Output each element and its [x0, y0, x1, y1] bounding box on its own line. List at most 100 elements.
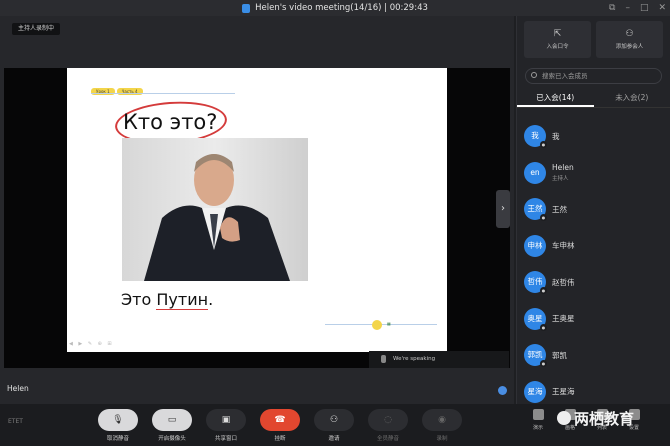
slide-dot — [372, 320, 382, 330]
answer-prefix: Это — [121, 290, 157, 309]
window-title: Helen's video meeting(14/16) | 00:29:43 — [255, 3, 428, 13]
list-item[interactable]: 郭凯 ● 郭凯 — [524, 337, 670, 374]
tab-joined[interactable]: 已入会(14) — [517, 90, 594, 107]
member-name: 王然 — [552, 204, 567, 214]
mic-muted-icon: 🎙 — [98, 409, 138, 431]
screen-share-area: Урок 1 Часть 4 Кто это? Это Путин. ▦ ◀ ▶… — [4, 68, 510, 368]
member-name: Helen — [552, 163, 574, 173]
list-item[interactable]: 哲伟 ● 赵哲伟 — [524, 264, 670, 301]
invite-icon: ⚇ — [314, 409, 354, 431]
unmute-label: 取消静音 — [106, 436, 129, 442]
invite-label: 邀请 — [328, 436, 340, 442]
add-participant-label: 添加参会人 — [615, 44, 644, 50]
mic-muted-icon: ● — [540, 141, 547, 149]
record-label: 录制 — [436, 436, 448, 442]
brand-logo: ETET — [8, 418, 23, 425]
close-icon[interactable]: ✕ — [658, 3, 666, 13]
meeting-password-label: 入会口令 — [546, 44, 569, 50]
member-search-input[interactable]: 搜索已入会成员 — [525, 68, 662, 84]
mic-icon — [381, 355, 386, 363]
avatar: 王然 ● — [524, 198, 547, 222]
avatar: 申林 — [524, 234, 546, 257]
unmute-button[interactable]: 🎙 取消静音 — [98, 409, 138, 442]
speaker-name: Helen — [7, 384, 29, 393]
lock-icon — [242, 3, 251, 13]
window-controls: ⧉ – □ ✕ — [609, 0, 666, 16]
minimize-icon[interactable]: – — [625, 3, 630, 13]
main-video-area: 主持人录制中 Урок 1 Часть 4 Кто это? Это Путин… — [0, 16, 514, 404]
share-window-button[interactable]: ▣ 共享窗口 — [206, 409, 246, 442]
watermark-text: 两栖教育 — [574, 410, 635, 428]
publisher-logo: ▦ — [387, 321, 391, 326]
member-name: 郭凯 — [552, 350, 567, 360]
add-participant-button[interactable]: ⚇ 添加参会人 — [596, 21, 663, 58]
present-button[interactable]: 演示 — [526, 409, 550, 431]
answer-suffix: . — [208, 290, 214, 309]
tab-not-joined[interactable]: 未入会(2) — [594, 90, 670, 107]
avatar: 星海 — [524, 380, 546, 403]
invite-button[interactable]: ⚇ 邀请 — [314, 409, 354, 442]
sidebar-actions: ⇱ 入会口令 ⚇ 添加参会人 — [517, 16, 670, 63]
member-list: 我 ● 我 en Helen 主持人 王然 ● 王然 申林 车申林 哲伟 ● 赵哲伟 … — [517, 108, 670, 410]
slide-photo — [122, 138, 308, 281]
share-window-label: 共享窗口 — [214, 436, 237, 442]
pin-icon[interactable]: ⧉ — [609, 3, 615, 13]
hangup-button[interactable]: ☎ 挂断 — [260, 409, 300, 442]
maximize-icon[interactable]: □ — [640, 3, 649, 13]
shared-slide: Урок 1 Часть 4 Кто это? Это Путин. ▦ ◀ ▶… — [67, 68, 447, 352]
hangup-icon: ☎ — [260, 409, 300, 431]
speaking-indicator: We're speaking — [369, 351, 509, 368]
list-item[interactable]: 王然 ● 王然 — [524, 191, 670, 228]
share-icon: ⇱ — [553, 29, 562, 39]
mute-all-label: 全员静音 — [376, 436, 399, 442]
slide-answer: Это Путин. — [121, 290, 214, 310]
mute-all-button[interactable]: ◌ 全员静音 — [368, 409, 408, 442]
participants-sidebar: ⇱ 入会口令 ⚇ 添加参会人 搜索已入会成员 已入会(14) 未入会(2) 我 ●… — [516, 16, 670, 404]
list-item[interactable]: 申林 车申林 — [524, 228, 670, 265]
record-icon: ◉ — [422, 409, 462, 431]
list-item[interactable]: 我 ● 我 — [524, 118, 670, 155]
host-recording-badge: 主持人录制中 — [12, 23, 61, 35]
slide-controls[interactable]: ◀ ▶ ✎ ⊕ ⊞ — [69, 341, 114, 347]
mute-all-icon: ◌ — [368, 409, 408, 431]
start-camera-button[interactable]: ▭ 开启摄像头 — [152, 409, 192, 442]
speaking-text: We're speaking — [393, 356, 436, 362]
collapse-sidebar-button[interactable]: › — [496, 190, 510, 228]
participant-tabs: 已入会(14) 未入会(2) — [517, 90, 670, 108]
mic-muted-icon: ● — [540, 360, 547, 368]
watermark: 两栖教育 — [557, 408, 635, 429]
member-role: 主持人 — [552, 176, 569, 183]
mic-muted-icon: ● — [540, 323, 547, 331]
hangup-label: 挂断 — [274, 436, 286, 442]
avatar: 我 ● — [524, 125, 547, 149]
member-name: 车申林 — [552, 241, 575, 251]
avatar: en — [524, 161, 546, 184]
record-button[interactable]: ◉ 录制 — [422, 409, 462, 442]
member-name: 我 — [552, 131, 560, 141]
portrait-illustration — [122, 138, 308, 281]
present-icon — [532, 409, 544, 420]
member-name: 赵哲伟 — [552, 277, 575, 287]
mic-muted-icon: ● — [540, 214, 547, 222]
meeting-toolbar: ETET 🎙 取消静音 ▭ 开启摄像头 ▣ 共享窗口 ☎ 挂断 ⚇ 邀请 ◌ 全… — [0, 404, 670, 446]
title-bar: Helen's video meeting(14/16) | 00:29:43 … — [0, 0, 670, 16]
answer-name: Путин — [156, 290, 209, 310]
avatar: 奥星 ● — [524, 307, 547, 331]
slide-divider — [91, 93, 235, 94]
meeting-password-button[interactable]: ⇱ 入会口令 — [524, 21, 591, 58]
mic-muted-icon: ● — [540, 287, 547, 295]
slide-question: Кто это? — [123, 110, 218, 134]
share-window-icon: ▣ — [206, 409, 246, 431]
camera-off-icon: ▭ — [152, 409, 192, 431]
start-camera-label: 开启摄像头 — [158, 436, 186, 442]
avatar: 哲伟 ● — [524, 271, 547, 295]
search-placeholder: 搜索已入会成员 — [542, 72, 588, 80]
list-item[interactable]: en Helen 主持人 — [524, 155, 670, 192]
add-user-icon: ⚇ — [625, 29, 634, 39]
avatar: 郭凯 ● — [524, 344, 547, 368]
list-item[interactable]: 奥星 ● 王奥星 — [524, 301, 670, 338]
chat-icon[interactable] — [498, 386, 507, 395]
member-name: 王星海 — [552, 387, 575, 397]
present-label: 演示 — [532, 425, 543, 431]
wechat-icon — [557, 411, 571, 425]
